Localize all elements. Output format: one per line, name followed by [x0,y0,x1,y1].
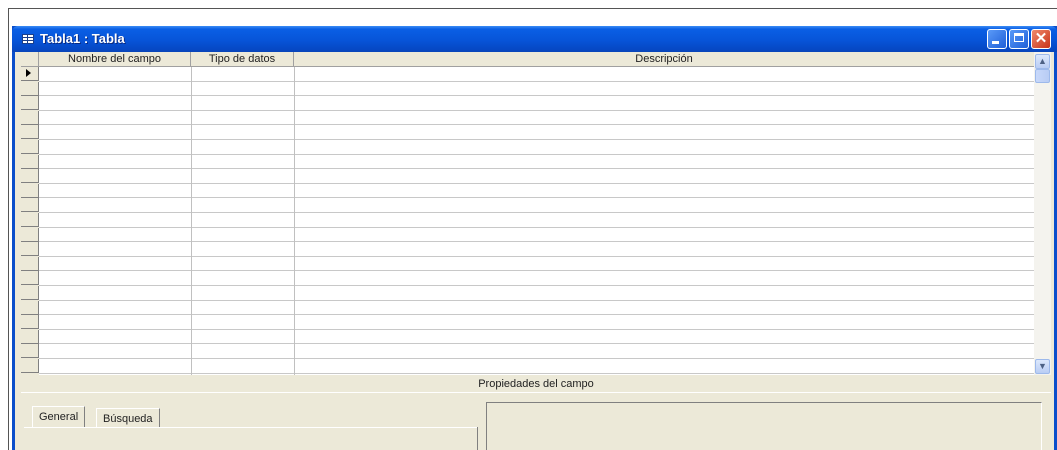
minimize-button[interactable] [987,29,1007,49]
table-row [39,343,1034,345]
row-selector[interactable] [21,344,39,359]
row-selector[interactable] [21,183,39,198]
column-header-field-name[interactable]: Nombre del campo [39,52,191,67]
row-selector[interactable] [21,140,39,154]
table-row [39,95,1034,97]
table-row [39,139,1034,140]
table-row [39,226,1034,228]
row-selector[interactable] [21,256,39,271]
scroll-up-button[interactable]: ▲ [1035,54,1050,69]
vertical-scrollbar[interactable]: ▲ ▼ [1034,52,1051,375]
maximize-icon [1014,33,1024,42]
column-header-description[interactable]: Descripción [294,52,1034,67]
row-selector[interactable] [21,315,39,330]
column-divider [191,67,192,375]
minimize-icon [992,41,999,44]
table-row [39,372,1034,374]
property-help-panel [486,402,1042,450]
table-row [39,241,1034,243]
tab-panel-border [24,427,478,428]
tab-busqueda[interactable]: Búsqueda [96,408,160,428]
row-selector[interactable] [21,329,39,344]
row-selector[interactable] [21,286,39,300]
row-selector[interactable] [21,81,39,96]
row-selector[interactable] [21,67,39,81]
table-row [39,153,1034,155]
row-selector[interactable] [21,169,39,184]
table-row [39,80,1034,82]
table-row [39,197,1034,199]
field-properties-label: Propiedades del campo [478,378,594,390]
table-row [39,182,1034,184]
chevron-up-icon: ▲ [1038,56,1047,66]
column-divider [294,67,295,375]
row-selector[interactable] [21,96,39,111]
window-title: Tabla1 : Tabla [40,31,125,46]
maximize-button[interactable] [1009,29,1029,49]
close-icon: ✕ [1034,30,1048,47]
scroll-thumb[interactable] [1035,69,1050,83]
table-row [39,328,1034,330]
column-header-data-type[interactable]: Tipo de datos [191,52,294,67]
tab-general[interactable]: General [32,406,86,428]
select-all-corner[interactable] [21,52,39,67]
table-row [39,314,1034,316]
row-selector[interactable] [21,271,39,286]
row-selector[interactable] [21,125,39,140]
table-row [39,168,1034,170]
row-selector[interactable] [21,110,39,125]
row-selector[interactable] [21,300,39,315]
table-row [39,358,1034,359]
row-pointer-icon [26,69,31,77]
tab-panel-border [477,427,478,450]
table-row [39,109,1034,111]
close-button[interactable]: ✕ [1031,29,1051,49]
table-row [39,285,1034,286]
row-selector[interactable] [21,359,39,373]
table-row [39,299,1034,301]
row-selector-column[interactable] [21,67,39,375]
scroll-down-button[interactable]: ▼ [1035,359,1050,374]
chevron-down-icon: ▼ [1038,361,1047,371]
row-selector[interactable] [21,198,39,213]
table-icon [22,34,34,44]
row-selector[interactable] [21,154,39,169]
divider [21,392,1051,393]
table-row [39,270,1034,272]
field-grid[interactable]: Nombre del campo Tipo de datos Descripci… [21,52,1034,375]
table-row [39,124,1034,126]
row-selector[interactable] [21,213,39,227]
row-selector[interactable] [21,227,39,242]
row-selector[interactable] [21,242,39,257]
table-row [39,212,1034,213]
table-row [39,255,1034,257]
title-bar[interactable]: Tabla1 : Tabla ✕ [12,26,1057,52]
